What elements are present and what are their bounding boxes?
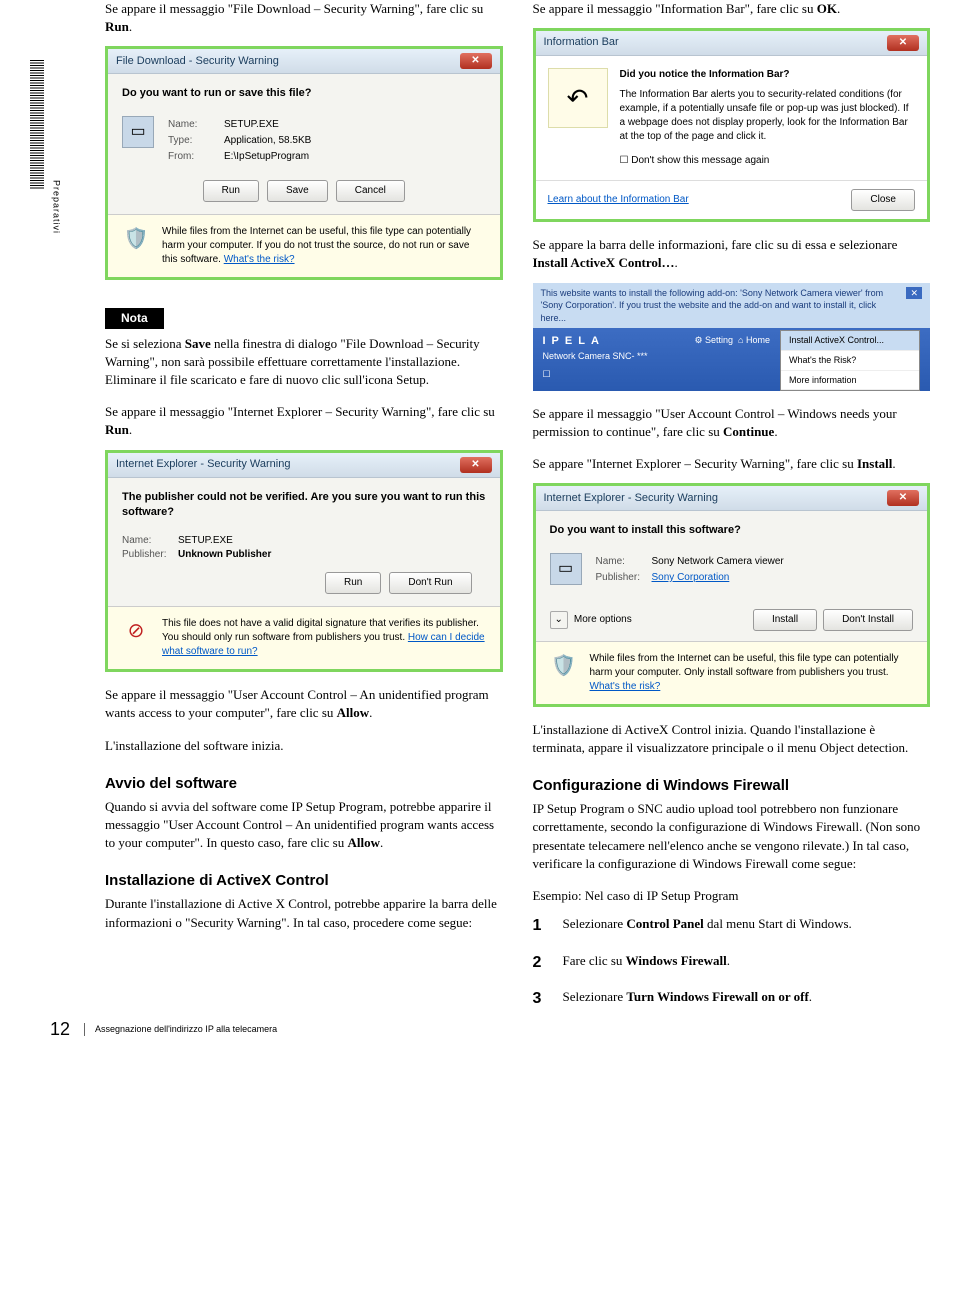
dialog-title: Information Bar	[544, 35, 619, 50]
save-button[interactable]: Save	[267, 180, 328, 202]
para: IP Setup Program o SNC audio upload tool…	[533, 800, 931, 873]
para: L'installazione del software inizia.	[105, 737, 503, 755]
context-menu: Install ActiveX Control... What's the Ri…	[780, 330, 920, 391]
dialog-question: Do you want to install this software?	[550, 523, 914, 538]
close-icon[interactable]: ✕	[906, 287, 922, 300]
nota-label: Nota	[105, 308, 164, 329]
dont-install-button[interactable]: Don't Install	[823, 609, 913, 631]
info-bar-icon: ↶	[548, 68, 608, 128]
menu-install-activex[interactable]: Install ActiveX Control...	[781, 331, 919, 351]
warning-text: While files from the Internet can be use…	[162, 225, 486, 267]
para: Se appare il messaggio "User Account Con…	[533, 405, 931, 441]
para: Se appare il messaggio "Internet Explore…	[105, 403, 503, 439]
para: Se appare il messaggio "User Account Con…	[105, 686, 503, 722]
heading-activex-install: Installazione di ActiveX Control	[105, 870, 503, 891]
risk-link[interactable]: What's the risk?	[590, 681, 661, 692]
para: Se appare il messaggio "File Download – …	[105, 0, 503, 36]
close-icon[interactable]: ✕	[460, 457, 492, 473]
page-footer: 12 Assegnazione dell'indirizzo IP alla t…	[50, 1017, 277, 1042]
para: L'installazione di ActiveX Control inizi…	[533, 721, 931, 757]
dialog-question: Do you want to run or save this file?	[122, 86, 486, 101]
warning-text: While files from the Internet can be use…	[590, 652, 914, 694]
dialog-title: Internet Explorer - Security Warning	[116, 457, 290, 472]
menu-whats-risk[interactable]: What's the Risk?	[781, 351, 919, 371]
dialog-ie-security-1: Internet Explorer - Security Warning ✕ Th…	[105, 450, 503, 673]
browser-info-bar: This website wants to install the follow…	[533, 283, 931, 391]
para: Durante l'installazione di Active X Cont…	[105, 895, 503, 931]
page-number: 12	[50, 1017, 70, 1042]
dialog-information-bar: Information Bar ✕ ↶ Did you notice the In…	[533, 28, 931, 222]
publisher-link[interactable]: Sony Corporation	[652, 572, 730, 583]
sidebar-label: Preparativi	[50, 180, 63, 234]
para: Se appare "Internet Explorer – Security …	[533, 455, 931, 473]
more-options[interactable]: More options	[574, 613, 632, 627]
list-item: Selezionare Control Panel dal menu Start…	[533, 915, 931, 937]
dialog-file-download: File Download - Security Warning ✕ Do you…	[105, 46, 503, 279]
infobar-message[interactable]: This website wants to install the follow…	[541, 287, 907, 325]
setting-link[interactable]: Setting	[705, 335, 733, 345]
side-decoration	[30, 60, 44, 190]
shield-icon: 🛡️	[122, 225, 150, 253]
chevron-down-icon[interactable]: ⌄	[550, 611, 568, 629]
risk-link[interactable]: What's the risk?	[224, 254, 295, 265]
left-column: Se appare il messaggio "File Download – …	[105, 0, 503, 1024]
menu-more-info[interactable]: More information	[781, 371, 919, 391]
list-item: Fare clic su Windows Firewall.	[533, 952, 931, 974]
close-button[interactable]: Close	[851, 189, 915, 211]
dialog-title: File Download - Security Warning	[116, 54, 279, 69]
dont-show-checkbox[interactable]: ☐ Don't show this message again	[620, 154, 916, 168]
para: Se appare la barra delle informazioni, f…	[533, 236, 931, 272]
install-button[interactable]: Install	[753, 609, 817, 631]
run-button[interactable]: Run	[325, 572, 381, 594]
heading-starting-software: Avvio del software	[105, 773, 503, 794]
cancel-button[interactable]: Cancel	[336, 180, 405, 202]
warning-text: This file does not have a valid digital …	[162, 617, 486, 659]
close-icon[interactable]: ✕	[887, 35, 919, 51]
info-body: The Information Bar alerts you to securi…	[620, 88, 916, 144]
file-icon: ▭	[550, 553, 582, 585]
list-item: Selezionare Turn Windows Firewall on or …	[533, 988, 931, 1010]
steps-list: Selezionare Control Panel dal menu Start…	[533, 915, 931, 1010]
para: Esempio: Nel caso di IP Setup Program	[533, 887, 931, 905]
learn-link[interactable]: Learn about the Information Bar	[548, 193, 689, 207]
heading-firewall: Configurazione di Windows Firewall	[533, 775, 931, 796]
error-icon: ⊘	[122, 617, 150, 645]
info-heading: Did you notice the Information Bar?	[620, 68, 916, 82]
close-icon[interactable]: ✕	[460, 53, 492, 69]
dialog-ie-security-2: Internet Explorer - Security Warning ✕ Do…	[533, 483, 931, 706]
dont-run-button[interactable]: Don't Run	[389, 572, 471, 594]
close-icon[interactable]: ✕	[887, 490, 919, 506]
para: Se si seleziona Save nella finestra di d…	[105, 335, 503, 390]
para: Se appare il messaggio "Information Bar"…	[533, 0, 931, 18]
run-button[interactable]: Run	[203, 180, 259, 202]
footer-title: Assegnazione dell'indirizzo IP alla tele…	[84, 1023, 277, 1036]
para: Quando si avvia del software come IP Set…	[105, 798, 503, 853]
right-column: Se appare il messaggio "Information Bar"…	[533, 0, 931, 1024]
dialog-title: Internet Explorer - Security Warning	[544, 491, 718, 506]
file-icon: ▭	[122, 116, 154, 148]
home-link[interactable]: Home	[746, 335, 770, 345]
dialog-question: The publisher could not be verified. Are…	[122, 490, 486, 521]
shield-icon: 🛡️	[550, 652, 578, 680]
